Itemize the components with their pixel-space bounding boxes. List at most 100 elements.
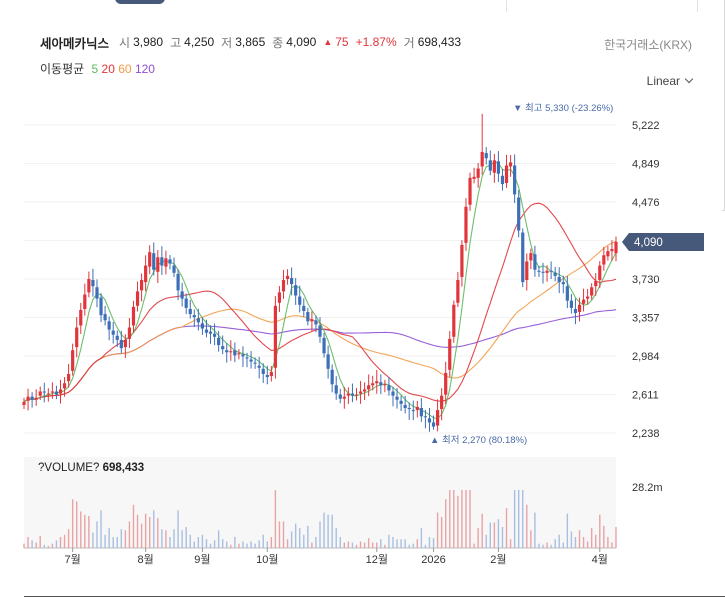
candlestick-chart[interactable]: 5,2224,8494,4764,1033,7303,3572,9842,611… [0, 0, 725, 603]
candle-body [504, 165, 509, 184]
volume-bar [363, 542, 366, 548]
candle-body [58, 389, 63, 394]
candle-body [204, 329, 209, 333]
volume-bar [96, 521, 98, 548]
volume-bar [59, 537, 62, 548]
candle-body [577, 304, 582, 313]
candle-body [590, 287, 594, 296]
candle-body [529, 253, 533, 261]
candle-body [338, 394, 342, 399]
x-tick-label: 9월 [194, 553, 210, 566]
volume-bar [209, 543, 212, 548]
candle-body [411, 410, 415, 412]
volume-bar [238, 543, 240, 548]
y-tick-label: 5,222 [632, 120, 660, 132]
x-tick-label: 12월 [366, 553, 388, 566]
candle-body [139, 280, 144, 291]
candle-body [91, 280, 95, 287]
candle-body [127, 327, 132, 339]
candle-body [119, 339, 123, 349]
candle-body [144, 265, 148, 283]
volume-bar [526, 504, 528, 548]
candle-body [156, 257, 160, 272]
volume-bar [327, 514, 329, 548]
volume-bar [262, 534, 264, 548]
candle-body [115, 335, 119, 340]
volume-bar [331, 514, 333, 548]
volume-bar [177, 510, 179, 548]
candle-body [131, 306, 136, 326]
volume-bar [420, 528, 423, 548]
candle-body [99, 297, 103, 316]
x-tick-label: 2월 [490, 553, 506, 566]
candle-body [225, 350, 229, 353]
candle-body [391, 391, 395, 396]
candle-body [46, 393, 50, 395]
candle-body [565, 286, 569, 301]
candle-body [95, 287, 99, 299]
volume-bar [67, 529, 70, 548]
candle-body [431, 422, 436, 427]
y-tick-label: 4,476 [632, 197, 660, 209]
volume-bar [566, 513, 569, 548]
volume-bar [372, 542, 374, 548]
candle-body [184, 298, 188, 308]
volume-bar [144, 513, 147, 548]
volume-bar [51, 543, 54, 548]
candle-body [354, 394, 359, 396]
volume-bar [185, 527, 187, 548]
volume-bar [258, 540, 260, 548]
volume-bar [416, 539, 419, 548]
candle-body [440, 395, 444, 410]
candle-body [517, 197, 521, 231]
candle-body [306, 312, 310, 322]
volume-bar [181, 530, 183, 548]
volume-bar [47, 545, 50, 548]
current-price-tag: 4,090 [622, 233, 704, 251]
volume-bar [39, 535, 41, 548]
volume-bar [351, 542, 354, 548]
candle-body [346, 393, 350, 396]
candle-body [123, 339, 127, 348]
candle-body [513, 165, 517, 195]
candle-body [541, 271, 545, 273]
volume-bar [534, 512, 536, 548]
volume-bar [424, 544, 427, 548]
candle-body [561, 282, 565, 285]
volume-bar [303, 534, 305, 548]
volume-bar [169, 537, 171, 548]
candle-body [375, 381, 379, 384]
candle-body [581, 299, 586, 304]
volume-bar [477, 528, 479, 548]
volume-bar [449, 490, 451, 548]
candle-body [525, 261, 529, 281]
volume-bar [266, 541, 268, 548]
volume-bar [440, 517, 443, 548]
volume-bar [234, 537, 236, 548]
candle-body [383, 384, 387, 386]
candle-body [257, 365, 261, 368]
bottom-border [24, 596, 725, 597]
volume-bar [530, 530, 532, 548]
volume-bar [453, 490, 455, 548]
candle-body [67, 373, 71, 382]
candle-body [435, 410, 440, 426]
volume-bar [197, 537, 200, 548]
volume-bar [367, 538, 370, 548]
min-price-label: ▲ 최저 2,270 (80.18%) [430, 435, 527, 446]
candle-body [452, 304, 456, 337]
candle-body [322, 337, 326, 354]
volume-bar [380, 539, 382, 548]
candle-body [245, 357, 249, 359]
volume-bar [509, 539, 512, 548]
candle-body [363, 389, 367, 392]
volume-bar [347, 541, 350, 548]
candle-body [472, 176, 476, 179]
candle-body [50, 391, 54, 393]
candle-body [253, 362, 257, 364]
candle-body [221, 346, 225, 350]
candle-body [107, 321, 111, 330]
y-tick-label: 2,984 [632, 351, 660, 363]
volume-bar [412, 543, 414, 548]
volume-bar [574, 537, 577, 548]
